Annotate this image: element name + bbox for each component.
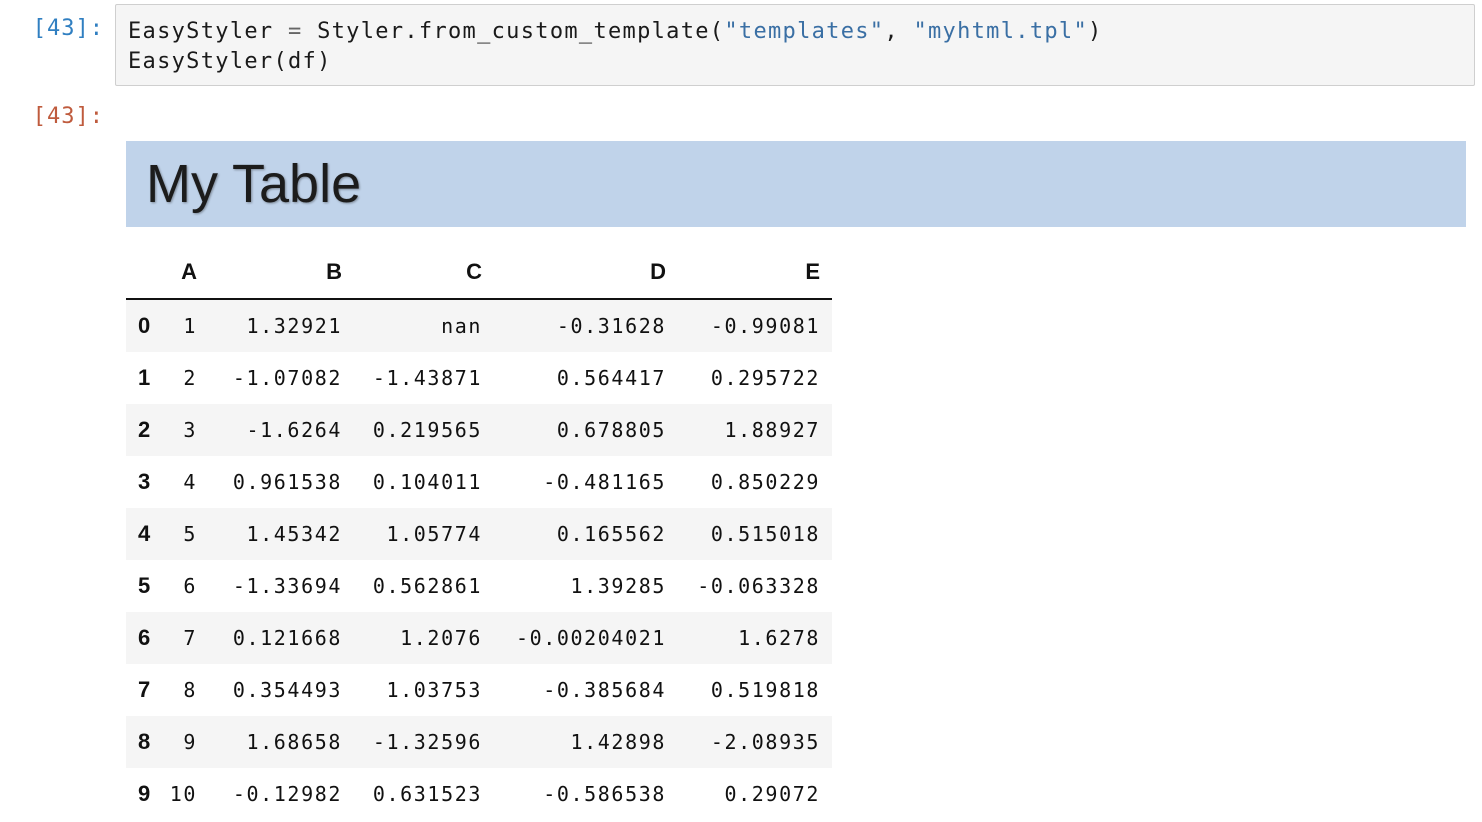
table-row: 2 3 -1.6264 0.219565 0.678805 1.88927 <box>126 404 832 456</box>
column-header-d: D <box>494 246 678 300</box>
table-cell: 2 <box>183 366 197 390</box>
table-cell: 9 <box>183 730 197 754</box>
code-line-2: EasyStyler(df) <box>128 49 332 74</box>
table-cell: 0.678805 <box>556 418 666 442</box>
table-cell: -1.07082 <box>232 366 342 390</box>
code-variable: EasyStyler <box>128 19 274 44</box>
column-header-e: E <box>678 246 832 300</box>
table-row: 1 2 -1.07082 -1.43871 0.564417 0.295722 <box>126 352 832 404</box>
table-cell: 0.850229 <box>710 470 820 494</box>
code-input-cell[interactable]: EasyStyler = Styler.from_custom_template… <box>115 4 1475 86</box>
table-cell: -0.00204021 <box>515 626 666 650</box>
table-cell: -0.12982 <box>232 782 342 806</box>
table-header-row: A B C D E <box>126 246 832 300</box>
table-row: 0 1 1.32921 nan -0.31628 -0.99081 <box>126 299 832 352</box>
code-string-template-file: "myhtml.tpl" <box>913 19 1088 44</box>
input-prompt: [43]: <box>32 16 104 41</box>
table-row: 7 8 0.354493 1.03753 -0.385684 0.519818 <box>126 664 832 716</box>
table-cell: 0.564417 <box>556 366 666 390</box>
row-index: 9 <box>138 781 151 806</box>
table-cell: 1.03753 <box>386 678 482 702</box>
table-cell: 1.6278 <box>738 626 820 650</box>
table-row: 6 7 0.121668 1.2076 -0.00204021 1.6278 <box>126 612 832 664</box>
table-row: 8 9 1.68658 -1.32596 1.42898 -2.08935 <box>126 716 832 768</box>
code-separator: , <box>884 19 914 44</box>
row-index: 7 <box>138 677 151 702</box>
table-cell: -1.6264 <box>246 418 342 442</box>
row-index: 4 <box>138 521 151 546</box>
dataframe-table: A B C D E 0 1 1.32921 nan -0.31628 -0.99… <box>126 246 832 820</box>
code-line-1: EasyStyler = Styler.from_custom_template… <box>128 17 1474 47</box>
output-prompt: [43]: <box>32 104 104 129</box>
table-cell: 0.515018 <box>710 522 820 546</box>
table-cell: -0.31628 <box>556 314 666 338</box>
table-cell: 1.88927 <box>724 418 820 442</box>
row-index: 3 <box>138 469 151 494</box>
table-title-banner: My Table <box>126 141 1466 227</box>
table-row: 3 4 0.961538 0.104011 -0.481165 0.850229 <box>126 456 832 508</box>
row-index: 6 <box>138 625 151 650</box>
table-cell: nan <box>441 314 482 338</box>
table-cell: 0.961538 <box>232 470 342 494</box>
table-cell: 0.631523 <box>372 782 482 806</box>
table-cell: -0.385684 <box>543 678 666 702</box>
table-cell: -1.32596 <box>372 730 482 754</box>
column-header-b: B <box>209 246 354 300</box>
table-cell: 0.354493 <box>232 678 342 702</box>
table-cell: -2.08935 <box>710 730 820 754</box>
table-cell: -0.586538 <box>543 782 666 806</box>
code-operator: = <box>273 19 318 44</box>
table-cell: 0.165562 <box>556 522 666 546</box>
table-cell: 8 <box>183 678 197 702</box>
table-cell: 0.295722 <box>710 366 820 390</box>
table-cell: 0.219565 <box>372 418 482 442</box>
table-cell: 5 <box>183 522 197 546</box>
table-cell: 0.29072 <box>724 782 820 806</box>
table-cell: -0.99081 <box>710 314 820 338</box>
table-cell: 1.05774 <box>386 522 482 546</box>
column-header-a: A <box>164 246 209 300</box>
table-cell: 1.2076 <box>400 626 482 650</box>
table-cell: 10 <box>169 782 197 806</box>
row-index: 5 <box>138 573 151 598</box>
table-cell: 7 <box>183 626 197 650</box>
code-close-paren: ) <box>1088 19 1103 44</box>
table-cell: 1.42898 <box>570 730 666 754</box>
table-cell: 4 <box>183 470 197 494</box>
table-cell: 1 <box>183 314 197 338</box>
table-cell: 1.32921 <box>246 314 342 338</box>
table-row: 5 6 -1.33694 0.562861 1.39285 -0.063328 <box>126 560 832 612</box>
table-cell: 0.562861 <box>372 574 482 598</box>
table-cell: -1.43871 <box>372 366 482 390</box>
table-cell: 0.104011 <box>372 470 482 494</box>
table-cell: -1.33694 <box>232 574 342 598</box>
column-header-c: C <box>354 246 494 300</box>
table-cell: -0.481165 <box>543 470 666 494</box>
code-string-templates: "templates" <box>724 19 885 44</box>
row-index: 0 <box>138 313 151 338</box>
table-cell: 1.39285 <box>570 574 666 598</box>
table-cell: 1.45342 <box>246 522 342 546</box>
table-cell: 1.68658 <box>246 730 342 754</box>
row-index: 8 <box>138 729 151 754</box>
table-cell: 0.121668 <box>232 626 342 650</box>
table-title: My Table <box>146 154 362 214</box>
table-cell: 3 <box>183 418 197 442</box>
row-index: 2 <box>138 417 151 442</box>
table-row: 4 5 1.45342 1.05774 0.165562 0.515018 <box>126 508 832 560</box>
code-call: Styler.from_custom_template( <box>317 19 725 44</box>
index-header-blank <box>126 246 164 300</box>
table-cell: -0.063328 <box>697 574 820 598</box>
table-cell: 0.519818 <box>710 678 820 702</box>
table-cell: 6 <box>183 574 197 598</box>
row-index: 1 <box>138 365 151 390</box>
table-row: 9 10 -0.12982 0.631523 -0.586538 0.29072 <box>126 768 832 820</box>
